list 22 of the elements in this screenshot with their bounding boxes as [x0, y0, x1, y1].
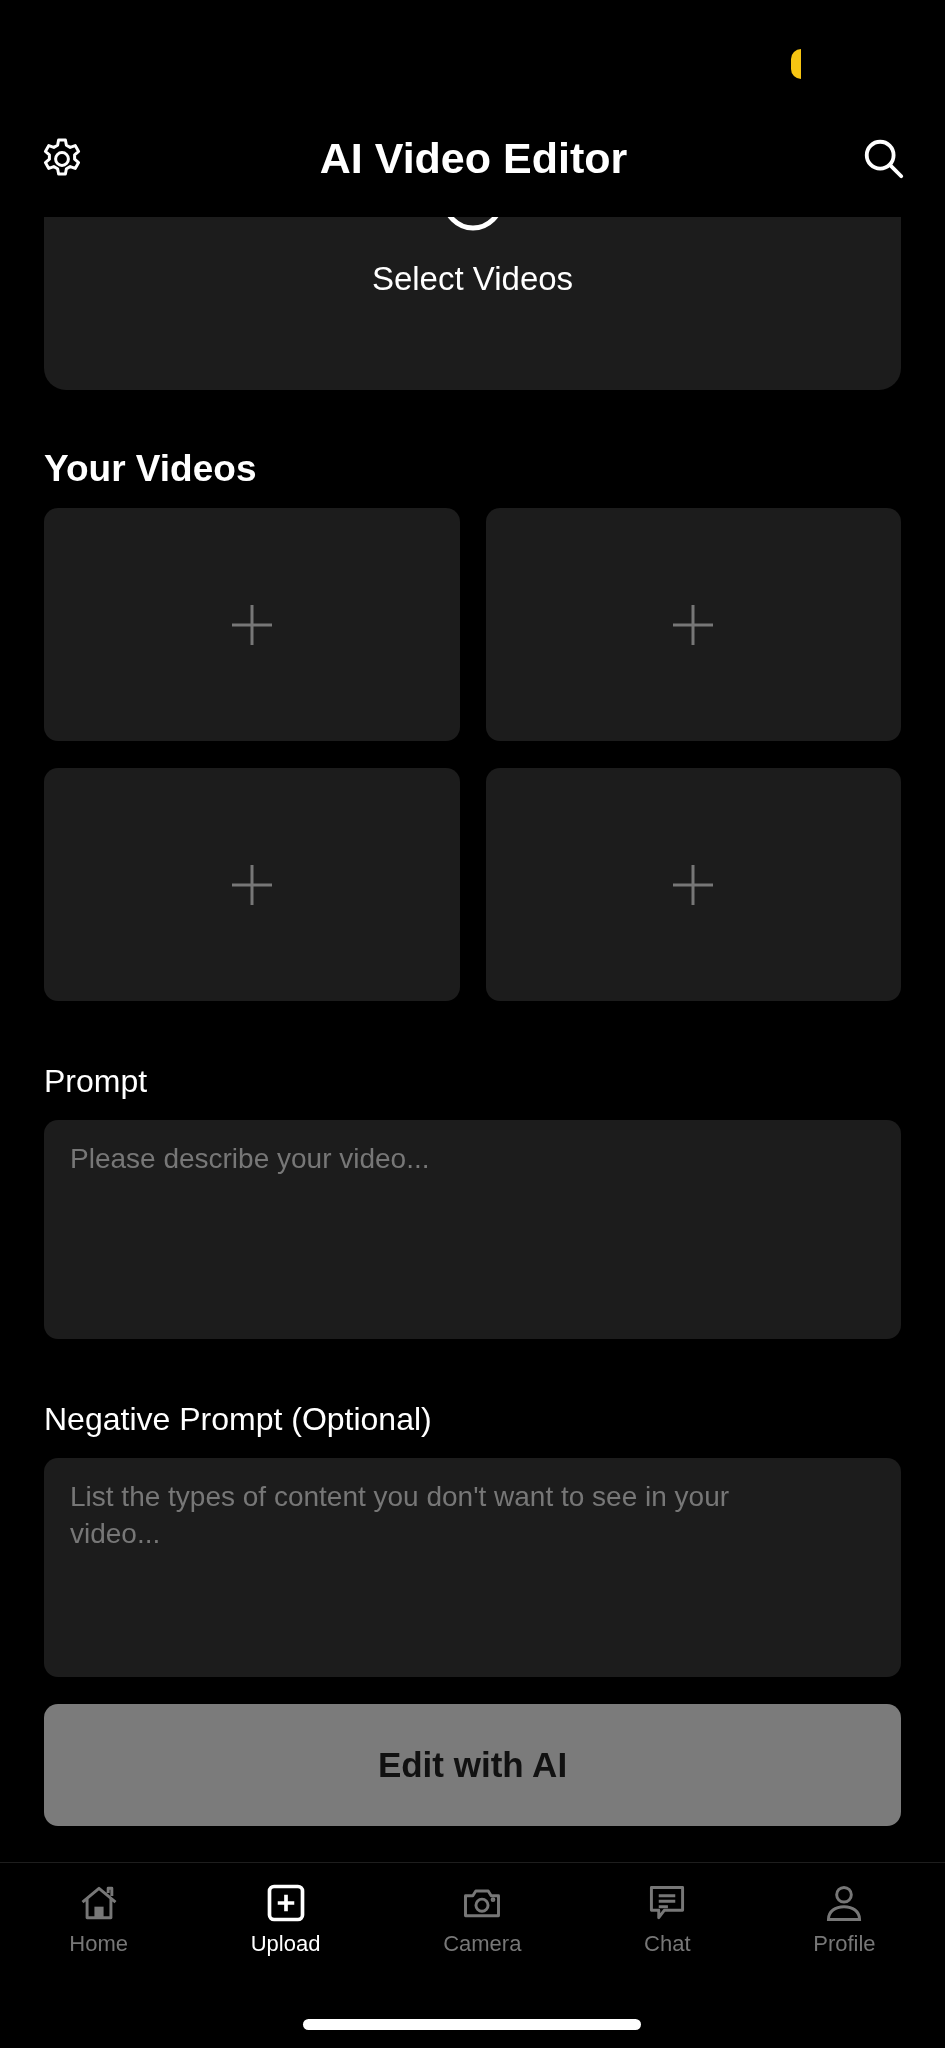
prompt-field[interactable]: Please describe your video... [44, 1120, 901, 1339]
field-label: Negative Prompt (Optional) [44, 1400, 433, 1439]
video-slot[interactable] [44, 768, 460, 1001]
section-title: Your Videos [44, 447, 258, 491]
tab-item[interactable]: Profile [813, 1881, 876, 1957]
plus-icon [671, 602, 716, 647]
video-slot[interactable] [485, 768, 901, 1001]
plus-icon [671, 862, 716, 907]
negative-prompt-field[interactable]: List the types of content you don't want to see in your video... [44, 1458, 901, 1677]
plus-icon [229, 602, 274, 647]
video-slot[interactable] [44, 508, 460, 741]
tab-item[interactable]: Chat [644, 1881, 691, 1957]
tab-item[interactable]: Camera [443, 1881, 522, 1957]
status-indicator-icon [791, 49, 801, 79]
card-label: Select Videos [371, 259, 574, 299]
video-slot[interactable] [485, 508, 901, 741]
upload-card[interactable]: Select Videos [44, 217, 901, 390]
tab-item[interactable]: Home [69, 1881, 129, 1957]
screen-title: AI Video Editor [319, 134, 628, 183]
field-label: Prompt [44, 1062, 149, 1101]
plus-icon [229, 862, 274, 907]
tab-item[interactable]: Upload [250, 1881, 321, 1957]
